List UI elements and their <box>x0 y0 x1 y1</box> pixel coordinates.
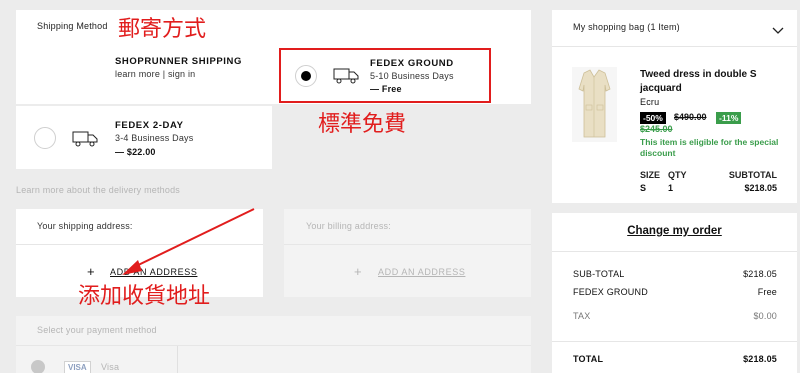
total-label: TOTAL <box>573 354 604 364</box>
subtotal-value: $218.05 <box>744 183 777 193</box>
annotation-arrow <box>122 208 255 275</box>
add-billing-address-link[interactable]: ADD AN ADDRESS <box>378 267 465 277</box>
fedex-2day-days: 3-4 Business Days <box>115 133 194 143</box>
old-price: $490.00 <box>674 112 707 122</box>
plus-icon: + <box>87 264 95 279</box>
visa-icon: VISA <box>64 361 91 373</box>
subtotal-header: SUBTOTAL <box>728 170 777 180</box>
discount-badge: -50% <box>640 112 666 124</box>
cart-item-header-row: SIZE QTY SUBTOTAL <box>552 170 797 182</box>
fedex-ground-radio[interactable] <box>295 65 317 87</box>
shipping-summary-label: FEDEX GROUND <box>573 287 648 297</box>
shopping-bag-card: My shopping bag (1 Item) Tweed dress in … <box>552 10 797 203</box>
billing-address-label: Your billing address: <box>306 221 391 231</box>
size-header: SIZE <box>640 170 661 180</box>
tax-label: TAX <box>573 311 591 321</box>
shipping-summary-amount: Free <box>757 287 777 297</box>
fedex-ground-option[interactable]: FEDEX GROUND 5-10 Business Days — Free <box>279 48 491 103</box>
payment-card: Select your payment method VISA Visa <box>16 316 531 373</box>
sale-price: $245.00 <box>640 124 673 134</box>
truck-icon <box>333 66 359 89</box>
shoprunner-links[interactable]: learn more | sign in <box>115 69 195 79</box>
extra-discount-badge: -11% <box>716 112 742 124</box>
special-discount-note: This item is eligible for the special di… <box>640 137 779 158</box>
shopping-bag-title: My shopping bag (1 Item) <box>573 22 680 32</box>
annotation-free-standard: 標準免費 <box>318 112 407 137</box>
tax-amount: $0.00 <box>753 311 777 321</box>
fedex-ground-days: 5-10 Business Days <box>370 71 454 81</box>
billing-address-card: Your billing address: + ADD AN ADDRESS <box>284 209 531 297</box>
change-order-link[interactable]: Change my order <box>552 225 797 237</box>
size-value: S <box>640 183 647 193</box>
total-amount: $218.05 <box>743 354 777 364</box>
chevron-down-icon[interactable] <box>772 22 784 40</box>
product-name[interactable]: Tweed dress in double S jacquard <box>640 68 780 96</box>
qty-value: 1 <box>668 183 674 193</box>
fedex-2day-price: — $22.00 <box>115 147 156 157</box>
fedex-ground-price: — Free <box>370 84 402 94</box>
subtotal-label: SUB-TOTAL <box>573 269 625 279</box>
fedex-ground-title: FEDEX GROUND <box>370 58 454 69</box>
truck-icon <box>72 129 98 152</box>
shoprunner-title: SHOPRUNNER SHIPPING <box>115 56 243 67</box>
cart-item-values-row: S 1 $218.05 <box>552 183 797 195</box>
order-summary-card: Change my order SUB-TOTAL $218.05 FEDEX … <box>552 213 797 373</box>
learn-more-delivery-link[interactable]: Learn more about the delivery methods <box>16 185 180 195</box>
fedex-2day-radio[interactable] <box>34 127 56 149</box>
payment-radio[interactable] <box>31 360 45 373</box>
qty-header: QTY <box>668 170 687 180</box>
annotation-add-address: 添加收貨地址 <box>78 284 211 309</box>
annotation-shipping-method: 郵寄方式 <box>118 17 207 42</box>
fedex-2day-title: FEDEX 2-DAY <box>115 120 184 131</box>
visa-label: Visa <box>101 362 120 372</box>
product-color: Ecru <box>640 97 660 107</box>
payment-method-label: Select your payment method <box>37 325 157 335</box>
plus-icon: + <box>354 264 362 279</box>
shipping-method-title: Shipping Method <box>37 21 108 31</box>
fedex-2day-option[interactable]: FEDEX 2-DAY 3-4 Business Days — $22.00 <box>16 106 272 169</box>
subtotal-amount: $218.05 <box>743 269 777 279</box>
product-image[interactable] <box>572 67 617 142</box>
